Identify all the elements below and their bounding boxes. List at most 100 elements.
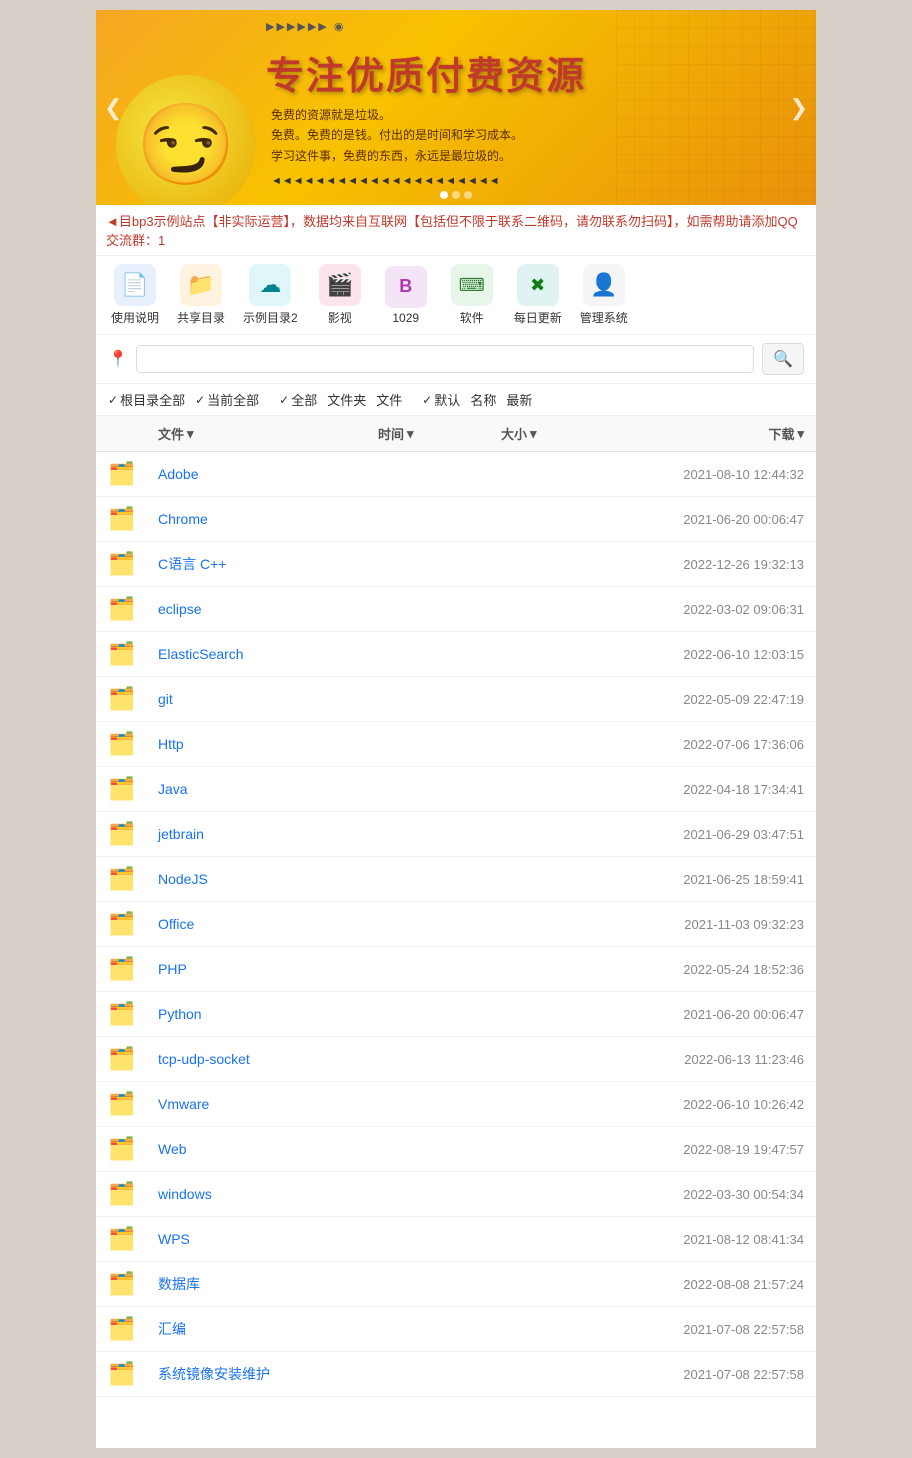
folder-icon: 🗂️: [108, 1181, 158, 1207]
filter-type-all[interactable]: ✓ 全部: [279, 390, 317, 409]
search-button[interactable]: 🔍: [762, 343, 804, 375]
shared-dir-icon: 📁: [180, 264, 222, 306]
nav-shared-dir-label: 共享目录: [177, 309, 225, 326]
table-row[interactable]: 🗂️ Office 2021-11-03 09:32:23: [96, 902, 816, 947]
file-name[interactable]: Java: [158, 781, 378, 797]
check-icon: ✓: [279, 393, 289, 407]
file-name[interactable]: jetbrain: [158, 826, 378, 842]
filter-sort-default[interactable]: ✓ 默认: [422, 390, 460, 409]
banner-subtitle: 免费的资源就是垃圾。 免费。免费的是钱。付出的是时间和学习成本。 学习这件事，免…: [271, 105, 523, 191]
file-name[interactable]: git: [158, 691, 378, 707]
banner-dot-2[interactable]: [452, 191, 460, 199]
table-row[interactable]: 🗂️ C语言 C++ 2022-12-26 19:32:13: [96, 542, 816, 587]
file-name[interactable]: 汇编: [158, 1319, 378, 1339]
folder-icon: 🗂️: [108, 731, 158, 757]
table-row[interactable]: 🗂️ 数据库 2022-08-08 21:57:24: [96, 1262, 816, 1307]
nav-movies[interactable]: 🎬 影视: [316, 264, 364, 326]
folder-icon: 🗂️: [108, 596, 158, 622]
table-row[interactable]: 🗂️ ElasticSearch 2022-06-10 12:03:15: [96, 632, 816, 677]
nav-management[interactable]: 👤 管理系统: [580, 264, 628, 326]
filter-sort-latest[interactable]: 最新: [506, 390, 532, 409]
file-time: 2022-03-02 09:06:31: [624, 602, 804, 617]
file-name[interactable]: eclipse: [158, 601, 378, 617]
check-icon: ✓: [195, 393, 205, 407]
banner-title: 专注优质付费资源: [266, 45, 796, 100]
file-name[interactable]: ElasticSearch: [158, 646, 378, 662]
file-name[interactable]: Office: [158, 916, 378, 932]
filter-current-all[interactable]: ✓ 当前全部: [195, 390, 259, 409]
table-row[interactable]: 🗂️ Vmware 2022-06-10 10:26:42: [96, 1082, 816, 1127]
table-row[interactable]: 🗂️ Adobe 2021-08-10 12:44:32: [96, 452, 816, 497]
file-name[interactable]: NodeJS: [158, 871, 378, 887]
file-name[interactable]: WPS: [158, 1231, 378, 1247]
nav-example-dir2[interactable]: ☁ 示例目录2: [243, 264, 298, 326]
search-input[interactable]: [136, 345, 754, 373]
banner-emoji: 😏: [116, 75, 256, 205]
folder-icon: 🗂️: [108, 1091, 158, 1117]
file-name[interactable]: Python: [158, 1006, 378, 1022]
table-row[interactable]: 🗂️ PHP 2022-05-24 18:52:36: [96, 947, 816, 992]
table-row[interactable]: 🗂️ Web 2022-08-19 19:47:57: [96, 1127, 816, 1172]
file-name[interactable]: Vmware: [158, 1096, 378, 1112]
table-row[interactable]: 🗂️ jetbrain 2021-06-29 03:47:51: [96, 812, 816, 857]
file-name[interactable]: tcp-udp-socket: [158, 1051, 378, 1067]
banner-dot-1[interactable]: [440, 191, 448, 199]
folder-icon: 🗂️: [108, 911, 158, 937]
table-row[interactable]: 🗂️ git 2022-05-09 22:47:19: [96, 677, 816, 722]
table-row[interactable]: 🗂️ WPS 2021-08-12 08:41:34: [96, 1217, 816, 1262]
table-row[interactable]: 🗂️ tcp-udp-socket 2022-06-13 11:23:46: [96, 1037, 816, 1082]
filter-sort-name-label: 名称: [470, 390, 496, 409]
filter-sort-name[interactable]: 名称: [470, 390, 496, 409]
banner-dots: [440, 191, 472, 199]
table-row[interactable]: 🗂️ Chrome 2021-06-20 00:06:47: [96, 497, 816, 542]
table-row[interactable]: 🗂️ Http 2022-07-06 17:36:06: [96, 722, 816, 767]
type-filter-group: ✓ 全部 文件夹 文件: [279, 390, 402, 409]
header-download-col[interactable]: 下载 ▾: [624, 424, 804, 443]
table-row[interactable]: 🗂️ Python 2021-06-20 00:06:47: [96, 992, 816, 1037]
file-time: 2021-11-03 09:32:23: [624, 917, 804, 932]
file-time: 2022-05-24 18:52:36: [624, 962, 804, 977]
table-row[interactable]: 🗂️ 系统镜像安装维护 2021-07-08 22:57:58: [96, 1352, 816, 1397]
nav-management-label: 管理系统: [580, 309, 628, 326]
file-time: 2022-06-10 10:26:42: [624, 1097, 804, 1112]
banner-media-icons: ▶▶▶▶▶▶ ◉: [266, 20, 345, 33]
folder-icon: 🗂️: [108, 461, 158, 487]
nav-daily-update[interactable]: ✖ 每日更新: [514, 264, 562, 326]
file-name[interactable]: Http: [158, 736, 378, 752]
table-row[interactable]: 🗂️ windows 2022-03-30 00:54:34: [96, 1172, 816, 1217]
banner-decoration: [616, 10, 816, 205]
header-time-col[interactable]: 时间 ▾: [378, 424, 501, 443]
table-row[interactable]: 🗂️ NodeJS 2021-06-25 18:59:41: [96, 857, 816, 902]
file-time: 2022-06-13 11:23:46: [624, 1052, 804, 1067]
table-row[interactable]: 🗂️ Java 2022-04-18 17:34:41: [96, 767, 816, 812]
check-icon: ✓: [108, 393, 118, 407]
file-name[interactable]: windows: [158, 1186, 378, 1202]
banner-dot-3[interactable]: [464, 191, 472, 199]
file-name[interactable]: Adobe: [158, 466, 378, 482]
header-file-col[interactable]: 文件 ▾: [158, 424, 378, 443]
file-name[interactable]: 系统镜像安装维护: [158, 1364, 378, 1384]
nav-1029[interactable]: B 1029: [382, 266, 430, 325]
file-time: 2022-08-08 21:57:24: [624, 1277, 804, 1292]
file-time: 2021-08-10 12:44:32: [624, 467, 804, 482]
sort-arrow-time: ▾: [407, 426, 414, 442]
banner-prev-button[interactable]: ❮: [104, 95, 122, 121]
filter-type-file[interactable]: 文件: [376, 390, 402, 409]
filter-sort-default-label: 默认: [434, 390, 460, 409]
filter-type-folder[interactable]: 文件夹: [327, 390, 366, 409]
table-row[interactable]: 🗂️ 汇编 2021-07-08 22:57:58: [96, 1307, 816, 1352]
file-name[interactable]: C语言 C++: [158, 554, 378, 574]
file-name[interactable]: Chrome: [158, 511, 378, 527]
folder-icon: 🗂️: [108, 1271, 158, 1297]
file-name[interactable]: Web: [158, 1141, 378, 1157]
header-size-col[interactable]: 大小 ▾: [501, 424, 624, 443]
table-row[interactable]: 🗂️ eclipse 2022-03-02 09:06:31: [96, 587, 816, 632]
file-time: 2021-06-20 00:06:47: [624, 1007, 804, 1022]
nav-shared-dir[interactable]: 📁 共享目录: [177, 264, 225, 326]
file-name[interactable]: PHP: [158, 961, 378, 977]
filter-root-all[interactable]: ✓ 根目录全部: [108, 390, 185, 409]
nav-software[interactable]: ⌨ 软件: [448, 264, 496, 326]
nav-usage-guide[interactable]: 📄 使用说明: [111, 264, 159, 326]
file-name[interactable]: 数据库: [158, 1274, 378, 1294]
folder-icon: 🗂️: [108, 776, 158, 802]
